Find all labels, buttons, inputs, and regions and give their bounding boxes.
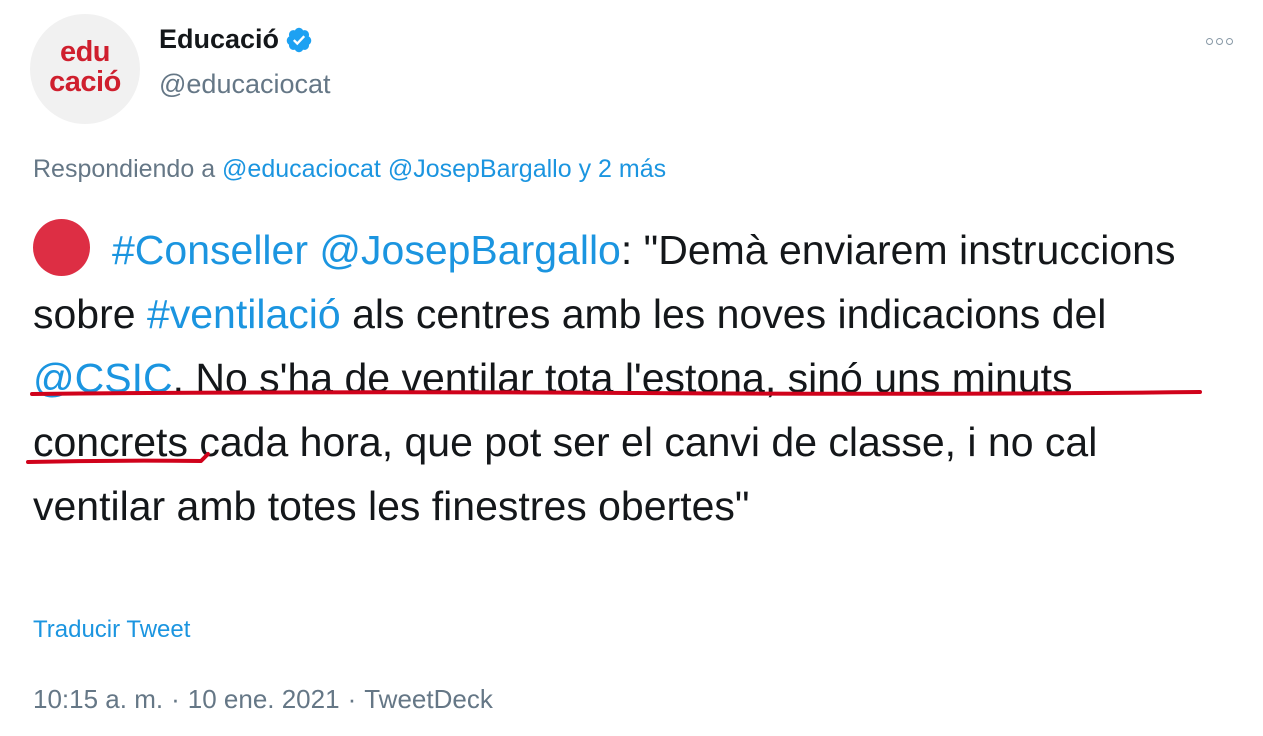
more-dot	[1226, 37, 1233, 45]
more-dot	[1206, 37, 1213, 45]
tweet-text: #Conseller @JosepBargallo: "Demà enviare…	[33, 218, 1213, 538]
meta-separator: ·	[347, 684, 357, 714]
tweet-meta: 10:15 a. m. · 10 ene. 2021 · TweetDeck	[33, 684, 493, 715]
tweet-source[interactable]: TweetDeck	[364, 684, 493, 714]
translate-tweet-link[interactable]: Traducir Tweet	[33, 616, 190, 644]
tweet-time[interactable]: 10:15 a. m.	[33, 684, 163, 714]
more-dot	[1216, 37, 1223, 45]
hashtag-conseller[interactable]: #Conseller	[112, 227, 308, 273]
red-underline-annotation	[30, 390, 1202, 396]
author-display-name[interactable]: Educació	[159, 24, 279, 55]
reply-mention-educaciocat[interactable]: @educaciocat	[222, 155, 381, 183]
author-block: Educació @educaciocat	[159, 24, 331, 100]
hashtag-ventilacio[interactable]: #ventilació	[147, 291, 341, 337]
mention-josepbargallo[interactable]: @JosepBargallo	[319, 227, 620, 273]
author-handle[interactable]: @educaciocat	[159, 69, 331, 100]
reply-more-link[interactable]: y 2 más	[579, 155, 667, 183]
red-underline-annotation-2	[26, 452, 210, 464]
avatar[interactable]: edu cació	[30, 14, 140, 124]
red-circle-icon	[33, 219, 90, 276]
replying-to: Respondiendo a @educaciocat @JosepBargal…	[33, 155, 666, 184]
meta-separator: ·	[171, 684, 180, 714]
tweet-card: edu cació Educació @educaciocat Respondi…	[0, 0, 1263, 736]
verified-badge-icon	[285, 26, 313, 54]
tweet-text-part-3: . No s'ha de ventilar tota l'estona, sin…	[33, 355, 1098, 529]
tweet-date[interactable]: 10 ene. 2021	[188, 684, 340, 714]
avatar-line-2: cació	[49, 66, 121, 98]
avatar-line-1: edu	[59, 36, 111, 68]
reply-mention-josepbargallo[interactable]: @JosepBargallo	[388, 155, 572, 183]
more-options-icon[interactable]	[1206, 34, 1240, 48]
tweet-text-part-2: als centres amb les noves indicacions de…	[340, 291, 1107, 337]
tweet-header: edu cació Educació @educaciocat	[30, 14, 1240, 124]
author-name-row[interactable]: Educació	[159, 24, 331, 55]
replying-to-label: Respondiendo a	[33, 155, 216, 183]
